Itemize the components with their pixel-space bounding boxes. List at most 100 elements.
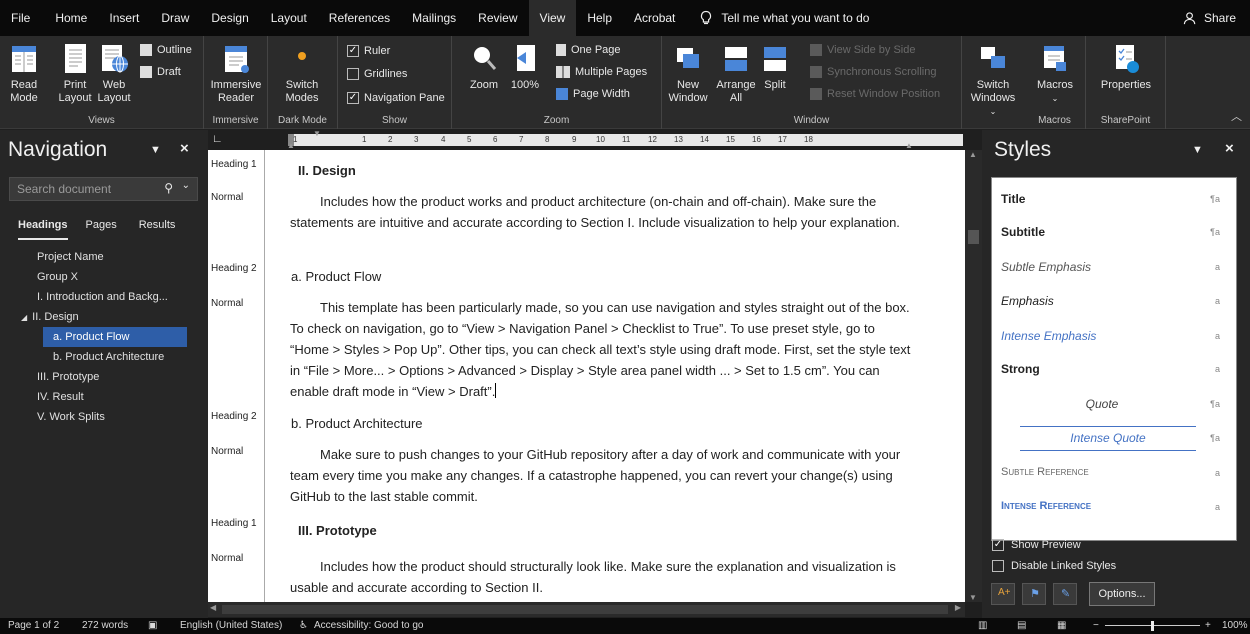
tab-review[interactable]: Review	[467, 0, 528, 36]
chevron-down-icon[interactable]: ⌄	[182, 180, 190, 191]
page-width-button[interactable]: Page Width	[556, 88, 630, 100]
print-layout-view-icon[interactable]: ▤	[1017, 620, 1026, 631]
style-emphasis[interactable]: Emphasis	[1001, 294, 1201, 308]
tab-headings[interactable]: Headings	[18, 219, 68, 231]
collapse-triangle-icon[interactable]: ◢	[21, 313, 27, 322]
close-icon[interactable]: ×	[1225, 140, 1234, 157]
tab-references[interactable]: References	[318, 0, 401, 36]
nav-heading-project-name[interactable]: Project Name	[0, 247, 208, 267]
zoom-slider-thumb[interactable]	[1151, 621, 1154, 631]
tab-design[interactable]: Design	[200, 0, 259, 36]
macros-button[interactable]: Macros ⌄	[1034, 42, 1076, 105]
synchronous-scrolling-button[interactable]: Synchronous Scrolling	[810, 66, 936, 78]
search-icon[interactable]: ⚲	[164, 181, 173, 195]
style-quote[interactable]: Quote	[1022, 397, 1182, 411]
paragraph-prototype[interactable]: Includes how the product should structur…	[290, 556, 915, 598]
navigation-pane-checkbox[interactable]: ✓ Navigation Pane	[347, 92, 445, 104]
arrange-all-button[interactable]: Arrange All	[714, 42, 758, 105]
scroll-down-icon[interactable]: ▼	[969, 593, 977, 602]
pane-options-icon[interactable]: ▼	[150, 144, 161, 156]
heading-prototype[interactable]: III. Prototype	[298, 520, 923, 541]
tab-insert[interactable]: Insert	[98, 0, 150, 36]
style-title[interactable]: Title	[1001, 192, 1201, 206]
web-layout-view-icon[interactable]: ▦	[1057, 620, 1066, 631]
page-count[interactable]: Page 1 of 2	[8, 620, 59, 631]
pane-options-icon[interactable]: ▼	[1192, 144, 1203, 156]
proofing-icon[interactable]: ▣	[148, 620, 157, 631]
style-inspector-button[interactable]: ⚑	[1022, 583, 1046, 605]
nav-heading-prototype[interactable]: III. Prototype	[0, 367, 208, 387]
manage-styles-button[interactable]: ✎	[1053, 583, 1077, 605]
new-window-button[interactable]: New Window	[666, 42, 710, 105]
paragraph-product-flow[interactable]: This template has been particularly made…	[290, 297, 915, 402]
nav-heading-design[interactable]: ◢ II. Design	[0, 307, 208, 327]
heading-design[interactable]: II. Design	[298, 160, 923, 181]
accessibility-icon[interactable]: ♿	[299, 620, 308, 631]
vertical-scroll-thumb[interactable]	[968, 230, 979, 244]
paragraph-product-architecture[interactable]: Make sure to push changes to your GitHub…	[290, 444, 915, 507]
nav-heading-product-architecture[interactable]: b. Product Architecture	[0, 347, 208, 367]
style-subtitle[interactable]: Subtitle	[1001, 225, 1201, 239]
word-count[interactable]: 272 words	[82, 620, 128, 631]
split-button[interactable]: Split	[758, 42, 792, 92]
tab-layout[interactable]: Layout	[260, 0, 318, 36]
horizontal-scrollbar[interactable]: ◀ ▶	[208, 602, 965, 617]
tab-mailings[interactable]: Mailings	[401, 0, 467, 36]
nav-heading-group-x[interactable]: Group X	[0, 267, 208, 287]
nav-heading-introduction[interactable]: I. Introduction and Backg...	[0, 287, 208, 307]
tab-pages[interactable]: Pages	[86, 219, 117, 231]
accessibility-status[interactable]: Accessibility: Good to go	[314, 620, 424, 631]
indent-marker-icon[interactable]: ▼	[313, 129, 321, 138]
tab-draw[interactable]: Draw	[150, 0, 200, 36]
heading-product-flow[interactable]: a. Product Flow	[291, 266, 916, 287]
document-body[interactable]: II. Design Includes how the product work…	[265, 150, 965, 602]
share-button[interactable]: Share	[1183, 0, 1236, 36]
zoom-level[interactable]: 100%	[1222, 620, 1248, 631]
outline-button[interactable]: Outline	[140, 44, 192, 56]
indent-marker-icon[interactable]: ▲	[905, 141, 913, 150]
collapse-ribbon-icon[interactable]: ︿	[1231, 108, 1242, 124]
multiple-pages-button[interactable]: Multiple Pages	[556, 66, 647, 78]
style-intense-emphasis[interactable]: Intense Emphasis	[1001, 329, 1201, 343]
tell-me-box[interactable]: Tell me what you want to do	[686, 10, 869, 26]
read-mode-view-icon[interactable]: ▥	[978, 620, 987, 631]
style-intense-quote[interactable]: Intense Quote	[1022, 431, 1194, 445]
print-layout-button[interactable]: Print Layout	[55, 42, 95, 105]
scroll-left-icon[interactable]: ◀	[210, 603, 216, 612]
zoom-out-icon[interactable]: −	[1093, 620, 1099, 631]
tab-home[interactable]: Home	[41, 0, 98, 36]
reset-window-position-button[interactable]: Reset Window Position	[810, 88, 940, 100]
tab-view[interactable]: View	[528, 0, 577, 36]
close-icon[interactable]: ×	[180, 140, 189, 157]
vertical-scrollbar[interactable]: ▲ ▼	[965, 150, 982, 602]
heading-product-architecture[interactable]: b. Product Architecture	[291, 413, 916, 434]
navigation-search-input[interactable]: Search document ⚲ ⌄	[9, 177, 198, 201]
show-preview-checkbox[interactable]: ✓ Show Preview	[992, 539, 1081, 551]
language[interactable]: English (United States)	[180, 620, 282, 631]
read-mode-button[interactable]: Read Mode	[6, 42, 42, 105]
view-side-by-side-button[interactable]: View Side by Side	[810, 44, 915, 56]
style-strong[interactable]: Strong	[1001, 362, 1201, 376]
disable-linked-styles-checkbox[interactable]: Disable Linked Styles	[992, 560, 1116, 572]
properties-button[interactable]: Properties	[1094, 42, 1158, 92]
horizontal-scroll-thumb[interactable]	[222, 605, 948, 614]
switch-modes-button[interactable]: Switch Modes	[276, 42, 328, 105]
tab-help[interactable]: Help	[576, 0, 623, 36]
horizontal-ruler[interactable]: ∟ 1 1 2 3 4 5 6 7 8 9 10 11 12 13 14 15 16 17 18 ▼ ▲ ▲	[208, 129, 983, 150]
switch-windows-button[interactable]: Switch Windows ⌄	[964, 42, 1022, 118]
new-style-button[interactable]: A+	[991, 583, 1015, 605]
web-layout-button[interactable]: Web Layout	[94, 42, 134, 105]
style-subtle-reference[interactable]: Subtle Reference	[1001, 466, 1201, 478]
nav-heading-result[interactable]: IV. Result	[0, 387, 208, 407]
nav-heading-product-flow[interactable]: a. Product Flow	[43, 327, 187, 347]
paragraph-design[interactable]: Includes how the product works and produ…	[290, 191, 915, 233]
style-intense-reference[interactable]: Intense Reference	[1001, 500, 1201, 512]
immersive-reader-button[interactable]: Immersive Reader	[208, 42, 264, 105]
one-page-button[interactable]: One Page	[556, 44, 621, 56]
ruler-checkbox[interactable]: ✓ Ruler	[347, 45, 390, 57]
zoom-in-icon[interactable]: +	[1205, 620, 1211, 631]
scroll-right-icon[interactable]: ▶	[955, 603, 961, 612]
tab-results[interactable]: Results	[139, 219, 176, 231]
draft-button[interactable]: Draft	[140, 66, 181, 78]
zoom-100-button[interactable]: 100%	[508, 42, 542, 92]
